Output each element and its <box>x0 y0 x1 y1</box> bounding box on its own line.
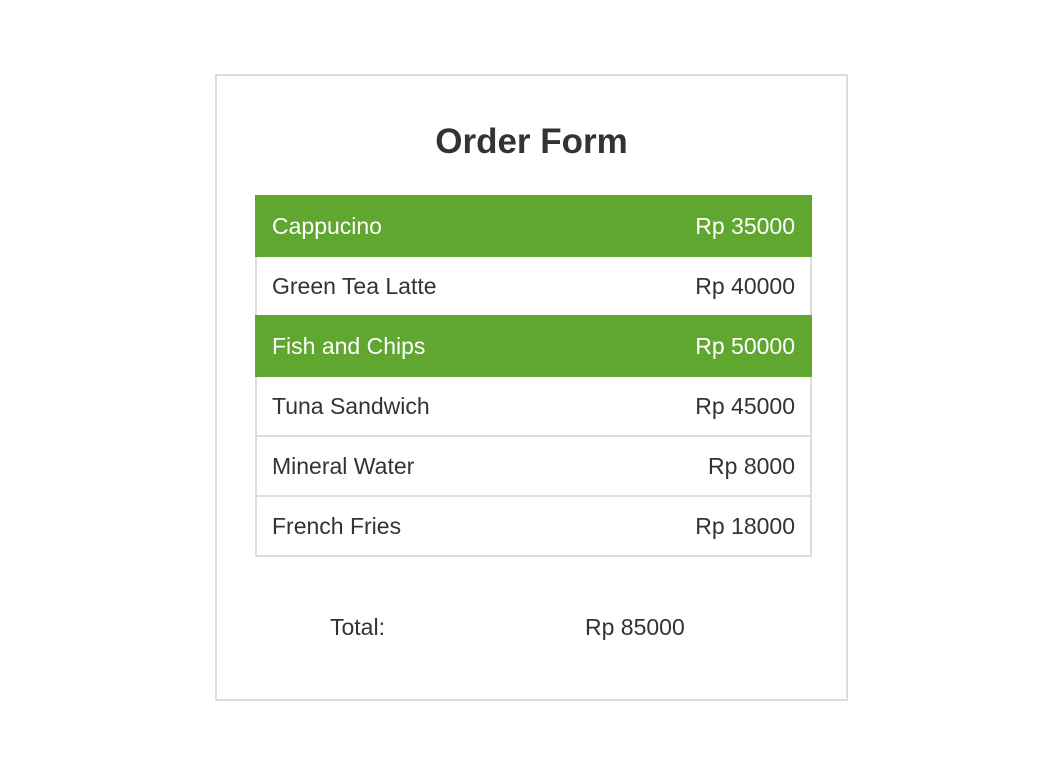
item-price: Rp 45000 <box>695 392 795 419</box>
item-name: Fish and Chips <box>272 332 426 359</box>
menu-item-french-fries[interactable]: French Fries Rp 18000 <box>255 495 812 557</box>
menu-item-cappucino[interactable]: Cappucino Rp 35000 <box>255 195 812 257</box>
menu-item-fish-and-chips[interactable]: Fish and Chips Rp 50000 <box>255 315 812 377</box>
total-row: Total: Rp 85000 <box>217 611 846 643</box>
item-price: Rp 40000 <box>695 272 795 299</box>
item-name: Green Tea Latte <box>272 272 437 299</box>
page-title: Order Form <box>435 122 628 161</box>
menu-item-list: Cappucino Rp 35000 Green Tea Latte Rp 40… <box>255 195 812 557</box>
menu-item-green-tea-latte[interactable]: Green Tea Latte Rp 40000 <box>255 255 812 317</box>
menu-item-tuna-sandwich[interactable]: Tuna Sandwich Rp 45000 <box>255 375 812 437</box>
order-form: Order Form Cappucino Rp 35000 Green Tea … <box>215 74 848 701</box>
total-value: Rp 85000 <box>585 614 685 640</box>
total-label: Total: <box>330 614 385 640</box>
item-name: Cappucino <box>272 212 382 239</box>
item-price: Rp 50000 <box>695 332 795 359</box>
menu-item-mineral-water[interactable]: Mineral Water Rp 8000 <box>255 435 812 497</box>
item-name: Mineral Water <box>272 452 415 479</box>
item-price: Rp 18000 <box>695 512 795 539</box>
item-name: French Fries <box>272 512 402 539</box>
item-price: Rp 35000 <box>695 212 795 239</box>
item-price: Rp 8000 <box>708 452 795 479</box>
item-name: Tuna Sandwich <box>272 392 430 419</box>
